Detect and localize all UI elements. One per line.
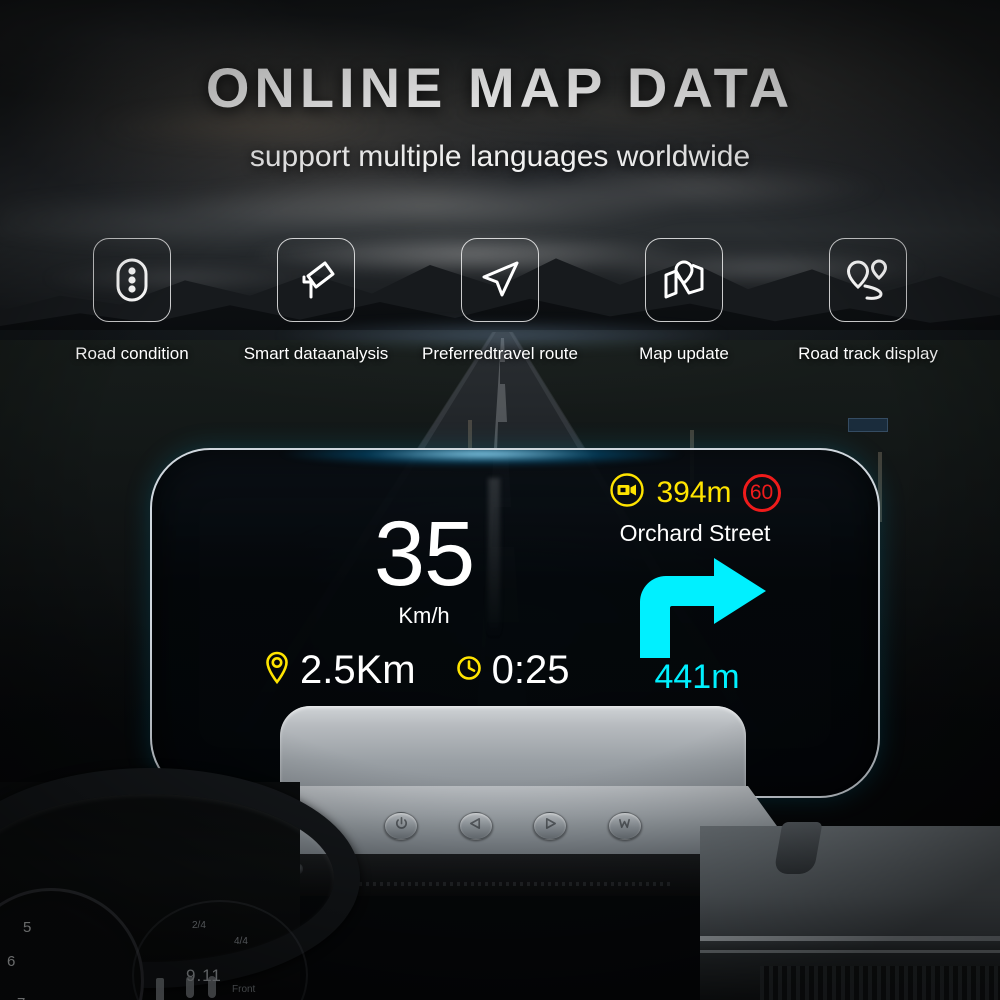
triangle-left-icon [468,817,483,835]
gauge-label-fraction: 4/4 [234,936,248,947]
menu-button[interactable] [607,812,642,840]
device-vent-slots [352,882,672,886]
turn-distance-value: 441m [654,658,740,696]
tach-tick-label: 6 [7,953,16,970]
feature-icon-box [829,238,907,322]
feature-label: Preferredtravel route [422,344,578,363]
clock-icon [456,655,482,686]
navigation-arrow-icon [478,258,522,302]
feature-item-road-track-display[interactable]: Road track display [776,238,960,364]
feature-item-preferred-travel-route[interactable]: Preferredtravel route [408,238,592,364]
gauge-label-fraction: 2/4 [192,920,206,931]
hud-alert-row: 394m 60 [570,472,820,513]
hud-speed-block: 35 Km/h [324,503,524,629]
location-pin-icon [264,651,290,690]
tach-tick-label: 7 [17,995,25,1000]
power-icon [394,816,409,836]
feature-icon-box [93,238,171,322]
page-title: ONLINE MAP DATA [205,56,795,119]
street-name: Orchard Street [619,520,771,546]
roadside-sign [848,418,888,432]
gauge-label-front: Front [232,984,256,995]
feature-label: Smart dataanalysis [243,344,389,363]
dashboard-speaker-grill [760,966,1000,1000]
device-button-row [384,812,642,840]
feature-icon-box [461,238,539,322]
tach-tick-label: 5 [23,919,32,936]
trip-distance-value: 2.5Km [300,648,416,692]
feature-label: Road track display [798,344,938,363]
turn-right-arrow-icon [622,558,772,658]
hud-trip-row: 2.5Km 0:25 [264,650,604,690]
product-marketing-image: ONLINE MAP DATA support multiple languag… [0,0,1000,1000]
speed-limit-badge: 60 [742,473,781,512]
route-track-icon [845,259,891,301]
power-button[interactable] [384,812,418,840]
feature-item-map-update[interactable]: Map update [592,238,776,364]
feature-label: Road condition [75,344,189,363]
previous-button[interactable] [458,812,493,840]
camera-distance-value: 394m [656,475,732,509]
menu-m-icon [617,817,632,835]
feature-label: Map update [639,344,729,363]
traffic-light-icon [115,257,149,303]
trip-time-value: 0:25 [491,648,570,692]
feature-item-smart-data-analysis[interactable]: Smart dataanalysis [224,238,408,364]
page-subtitle: support multiple languages worldwide [249,140,751,173]
gauge-bar [156,978,164,1000]
speed-camera-icon [295,258,337,302]
map-pin-icon [662,259,706,301]
dashboard-chrome-trim [700,936,1000,941]
dashboard-clock: 9.11 [186,966,222,985]
feature-icon-box [277,238,355,322]
triangle-right-icon [543,817,558,835]
dashboard-chrome-trim-secondary [700,950,1000,953]
device-top-shell [280,706,746,798]
speed-unit: Km/h [398,602,450,628]
feature-list: Road condition Smart dataanalysis Prefer… [40,238,960,378]
feature-item-road-condition[interactable]: Road condition [40,238,224,364]
speed-value: 35 [373,503,475,605]
next-button[interactable] [533,812,568,840]
speed-camera-badge-icon [609,472,645,513]
feature-icon-box [645,238,723,322]
